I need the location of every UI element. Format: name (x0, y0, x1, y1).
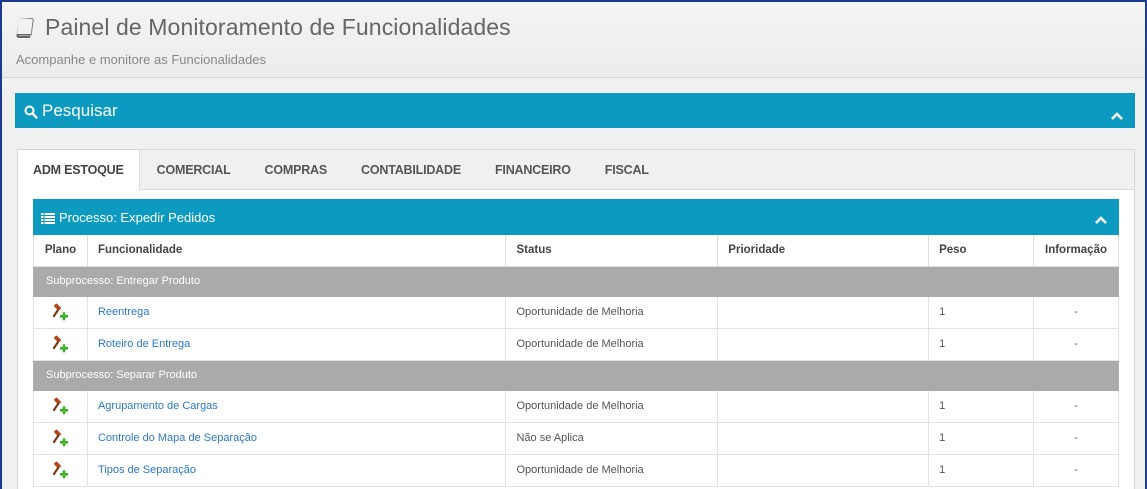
peso-cell: 1 (928, 295, 1034, 329)
plan-cell (33, 453, 88, 487)
funcionalidade-link[interactable]: Tipos de Separação (98, 464, 196, 476)
search-panel-header[interactable]: Pesquisar (15, 93, 1135, 128)
table-row: Roteiro de Entrega Oportunidade de Melhor… (33, 327, 1119, 361)
informacao-cell: - (1033, 453, 1119, 487)
status-cell: Oportunidade de Melhoria (505, 327, 719, 361)
column-header-informacao: Informação (1033, 235, 1119, 267)
chevron-up-icon[interactable] (1110, 106, 1124, 120)
subprocess-row: Subprocesso: Entregar Produto (33, 265, 1119, 297)
list-icon (41, 212, 55, 224)
prioridade-cell (717, 295, 930, 329)
funcionalidade-link[interactable]: Roteiro de Entrega (98, 338, 190, 350)
module-tabs: ADM ESTOQUE COMERCIAL COMPRAS CONTABILID… (18, 150, 1134, 191)
peso-cell: 1 (928, 421, 1034, 455)
peso-cell: 1 (928, 453, 1034, 487)
tab-contabilidade[interactable]: CONTABILIDADE (344, 150, 478, 189)
table-row: Tipos de Separação Oportunidade de Melhor… (33, 453, 1119, 487)
status-cell: Oportunidade de Melhoria (505, 389, 719, 423)
prioridade-cell (717, 453, 930, 487)
page-subtitle: Acompanhe e monitore as Funcionalidades (16, 52, 267, 67)
column-header-prioridade: Prioridade (717, 235, 930, 267)
table-row: Controle do Mapa de Separação Não se Apli… (33, 421, 1119, 455)
process-label: Processo: Expedir Pedidos (59, 209, 216, 225)
informacao-cell: - (1033, 295, 1119, 329)
peso-cell: 1 (928, 327, 1034, 361)
prioridade-cell (717, 389, 930, 423)
plan-cell (33, 295, 88, 329)
status-cell: Oportunidade de Melhoria (505, 295, 719, 329)
plan-cell (33, 389, 88, 423)
column-header-status: Status (505, 235, 719, 267)
page-header: Painel de Monitoramento de Funcionalidad… (2, 2, 1145, 78)
add-plan-gavel-icon[interactable] (51, 397, 69, 415)
prioridade-cell (717, 421, 930, 455)
search-label: Pesquisar (42, 100, 118, 120)
funcionalidade-link[interactable]: Controle do Mapa de Separação (98, 432, 257, 444)
tab-compras[interactable]: COMPRAS (248, 150, 345, 189)
table-header-row: Plano Funcionalidade Status Prioridade P… (33, 235, 1119, 267)
search-icon (24, 104, 38, 119)
app-window: Painel de Monitoramento de Funcionalidad… (0, 0, 1147, 489)
tab-financeiro[interactable]: FINANCEIRO (478, 150, 588, 189)
process-header[interactable]: Processo: Expedir Pedidos (33, 199, 1119, 235)
chevron-up-icon[interactable] (1094, 213, 1108, 224)
book-icon (15, 17, 35, 39)
tab-adm-estoque[interactable]: ADM ESTOQUE (18, 150, 140, 191)
status-cell: Não se Aplica (505, 421, 719, 455)
page-title: Painel de Monitoramento de Funcionalidad… (45, 14, 511, 40)
funcionalidade-cell: Controle do Mapa de Separação (86, 421, 507, 455)
add-plan-gavel-icon[interactable] (51, 303, 69, 321)
table-row: Reentrega Oportunidade de Melhoria 1- (33, 295, 1119, 329)
plan-cell (33, 421, 88, 455)
column-header-peso: Peso (928, 235, 1034, 267)
functionalities-table: Plano Funcionalidade Status Prioridade P… (33, 235, 1119, 487)
peso-cell: 1 (928, 389, 1034, 423)
funcionalidade-cell: Roteiro de Entrega (86, 327, 507, 361)
column-header-funcionalidade: Funcionalidade (86, 235, 507, 267)
subprocess-label: Subprocesso: Separar Produto (33, 359, 1119, 391)
add-plan-gavel-icon[interactable] (51, 461, 69, 479)
informacao-cell: - (1033, 327, 1119, 361)
informacao-cell: - (1033, 421, 1119, 455)
informacao-cell: - (1033, 389, 1119, 423)
add-plan-gavel-icon[interactable] (51, 429, 69, 447)
tab-fiscal[interactable]: FISCAL (588, 150, 666, 189)
funcionalidade-link[interactable]: Reentrega (98, 306, 149, 318)
funcionalidade-cell: Tipos de Separação (86, 453, 507, 487)
add-plan-gavel-icon[interactable] (51, 335, 69, 353)
status-cell: Oportunidade de Melhoria (505, 453, 719, 487)
functionalities-panel: ADM ESTOQUE COMERCIAL COMPRAS CONTABILID… (17, 149, 1135, 489)
subprocess-label: Subprocesso: Entregar Produto (33, 265, 1119, 297)
table-row: Agrupamento de Cargas Oportunidade de Mel… (33, 389, 1119, 423)
subprocess-row: Subprocesso: Separar Produto (33, 359, 1119, 391)
funcionalidade-link[interactable]: Agrupamento de Cargas (98, 400, 218, 412)
funcionalidade-cell: Reentrega (86, 295, 507, 329)
tab-comercial[interactable]: COMERCIAL (140, 150, 248, 189)
prioridade-cell (717, 327, 930, 361)
funcionalidade-cell: Agrupamento de Cargas (86, 389, 507, 423)
column-header-plano: Plano (33, 235, 88, 267)
plan-cell (33, 327, 88, 361)
